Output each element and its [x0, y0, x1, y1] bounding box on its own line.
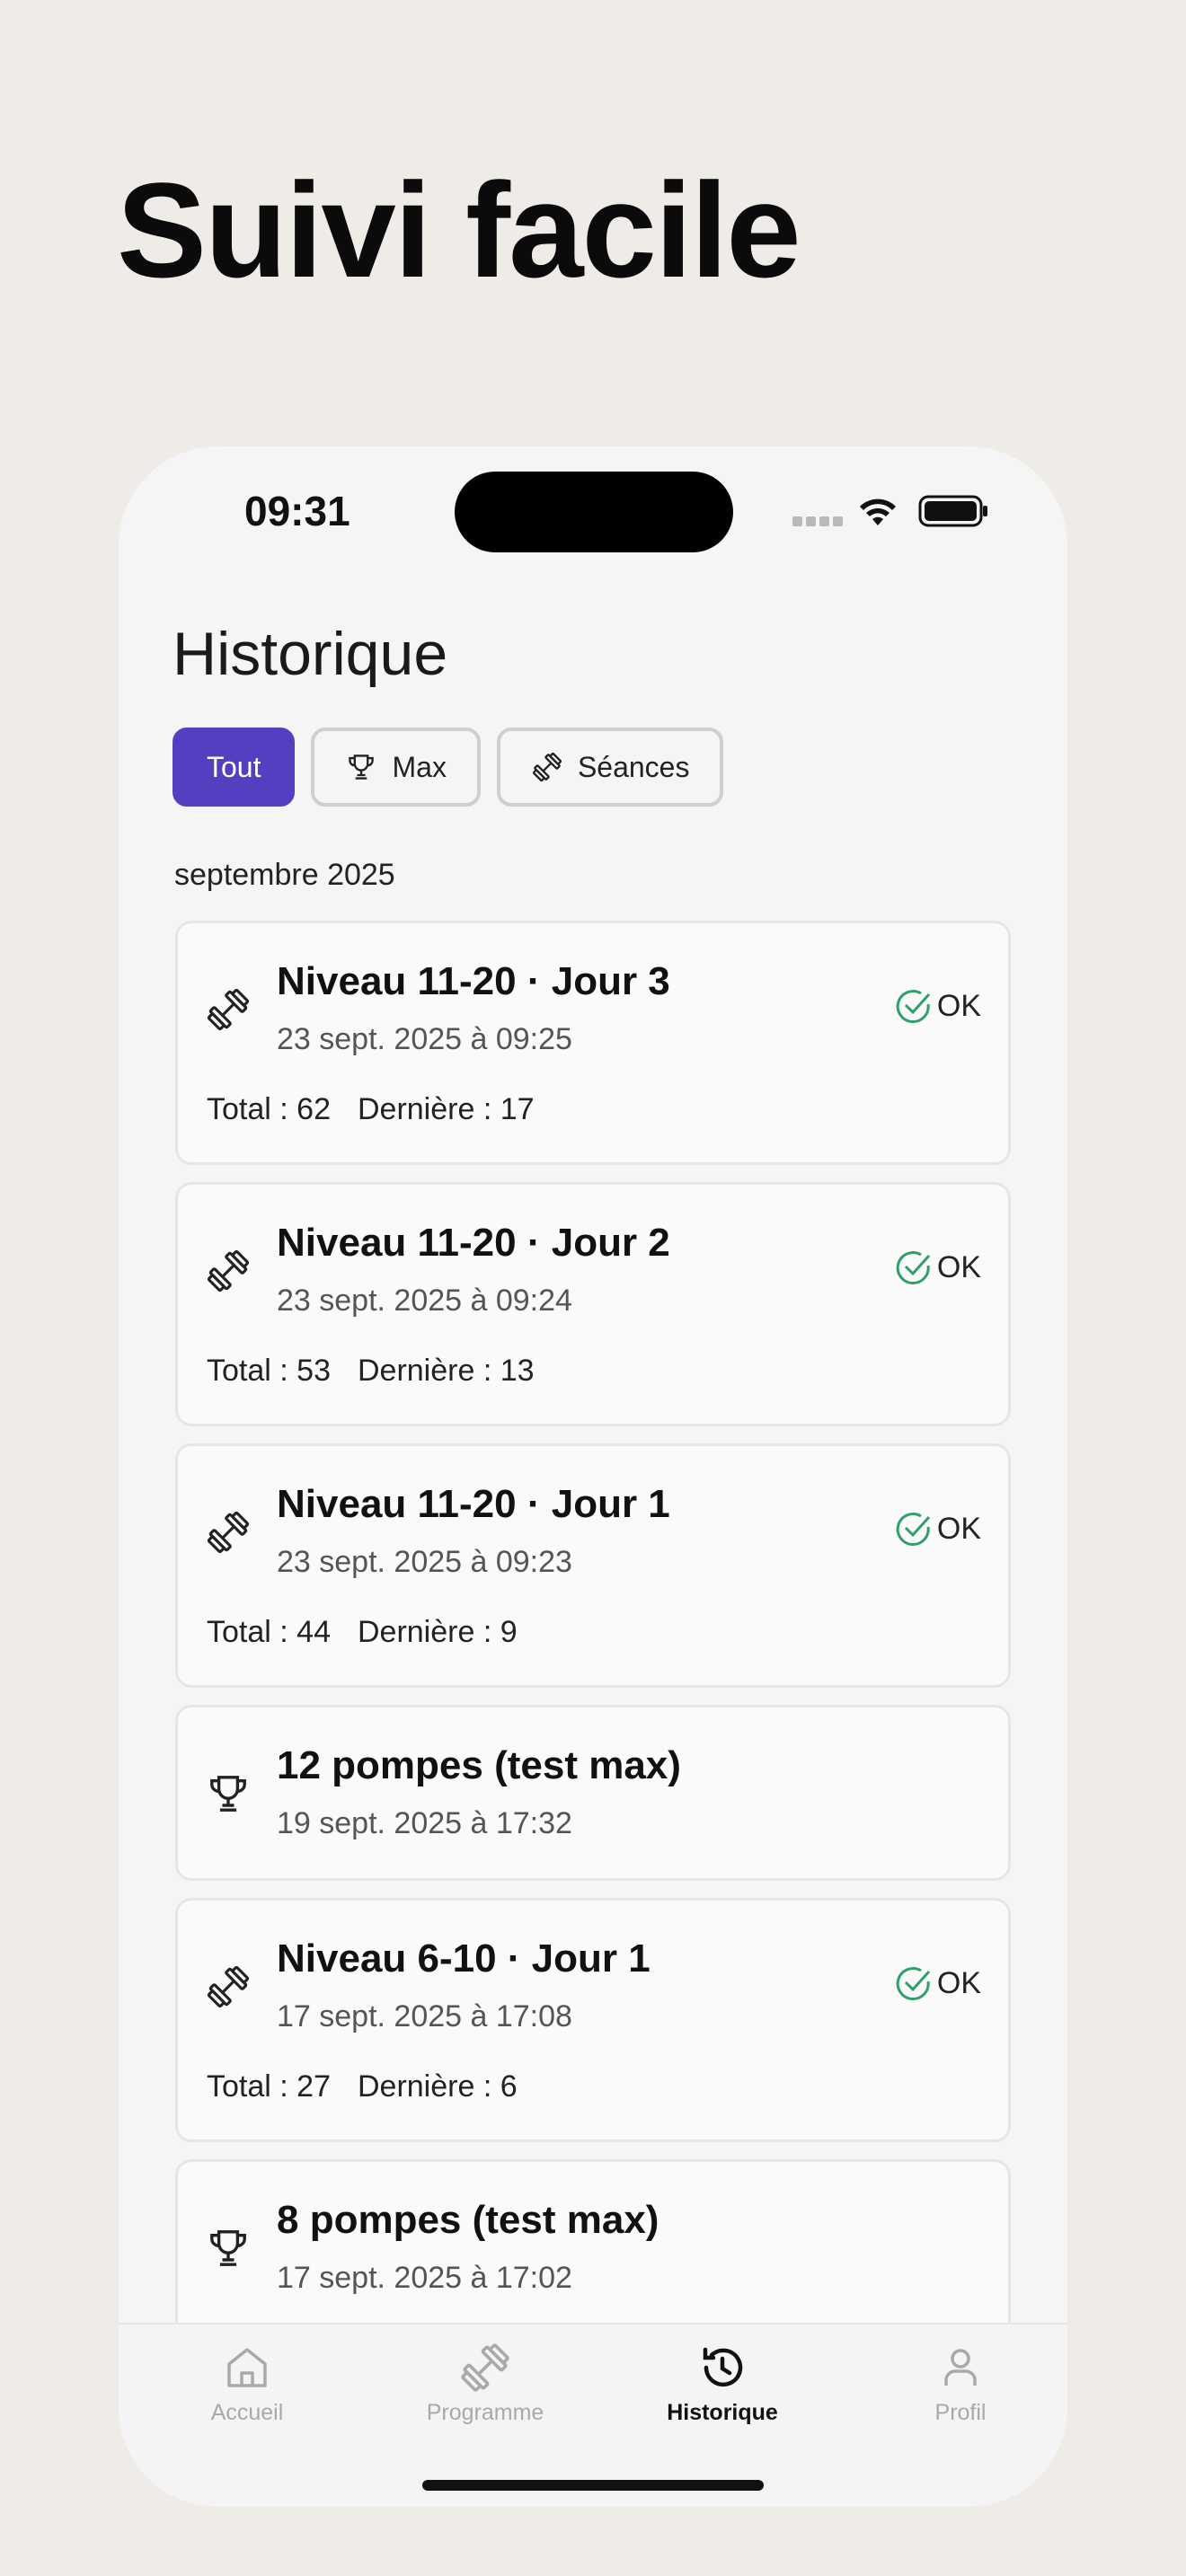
trophy-icon — [210, 1776, 246, 1812]
history-card[interactable]: 12 pompes (test max) 19 sept. 2025 à 17:… — [175, 1705, 1011, 1881]
month-header: septembre 2025 — [174, 858, 395, 892]
card-stats: Total : 27 Dernière : 6 — [207, 2069, 544, 2104]
history-list: Niveau 11-20 · Jour 3 23 sept. 2025 à 09… — [175, 921, 1011, 2352]
history-card[interactable]: 8 pompes (test max) 17 sept. 2025 à 17:0… — [175, 2159, 1011, 2335]
dumbbell-icon — [207, 1965, 250, 2008]
status-badge: OK — [894, 986, 981, 1026]
home-indicator — [422, 2480, 764, 2491]
tab-label: Profil — [934, 2400, 987, 2425]
home-icon — [227, 2348, 267, 2387]
history-card[interactable]: Niveau 11-20 · Jour 3 23 sept. 2025 à 09… — [175, 921, 1011, 1165]
card-date: 17 sept. 2025 à 17:08 — [277, 1999, 572, 2033]
card-date: 23 sept. 2025 à 09:25 — [277, 1022, 572, 1056]
filter-chips: Tout Max Séances — [173, 728, 724, 807]
dumbbell-icon — [207, 1249, 250, 1292]
status-time: 09:31 — [244, 488, 350, 534]
person-icon — [944, 2349, 977, 2386]
trophy-icon — [210, 2230, 246, 2266]
check-circle-icon — [896, 1967, 930, 2000]
history-icon — [703, 2347, 743, 2387]
stat-last: Dernière : 17 — [357, 1092, 535, 1126]
tab-programme[interactable]: Programme — [377, 2341, 593, 2426]
history-card[interactable]: Niveau 11-20 · Jour 2 23 sept. 2025 à 09… — [175, 1182, 1011, 1426]
filter-chip-all[interactable]: Tout — [173, 728, 296, 807]
status-bar: 09:31 — [119, 446, 1067, 563]
card-stats: Total : 44 Dernière : 9 — [207, 1615, 544, 1650]
stat-last: Dernière : 6 — [357, 2069, 518, 2104]
dumbbell-icon — [532, 752, 562, 782]
card-title: 12 pompes (test max) — [277, 1743, 681, 1787]
tab-historique[interactable]: Historique — [615, 2341, 830, 2426]
check-circle-icon — [896, 1513, 930, 1546]
stat-total: Total : 27 — [207, 2069, 331, 2104]
trophy-icon — [349, 754, 375, 780]
dumbbell-icon — [207, 988, 250, 1031]
tab-bar: Accueil Programme Historique Profil — [119, 2323, 1067, 2507]
stat-total: Total : 53 — [207, 1354, 331, 1388]
filter-chip-label: Tout — [207, 750, 261, 783]
filter-chip-label: Séances — [577, 750, 690, 783]
tab-label: Historique — [667, 2400, 778, 2425]
dumbbell-icon — [207, 1511, 250, 1554]
card-date: 23 sept. 2025 à 09:24 — [277, 1284, 572, 1318]
wifi-icon — [860, 498, 896, 525]
card-date: 19 sept. 2025 à 17:32 — [277, 1806, 572, 1840]
tab-accueil[interactable]: Accueil — [139, 2341, 355, 2426]
history-card[interactable]: Niveau 11-20 · Jour 1 23 sept. 2025 à 09… — [175, 1443, 1011, 1688]
status-label: OK — [936, 1511, 981, 1546]
check-circle-icon — [896, 1251, 930, 1284]
history-card[interactable]: Niveau 6-10 · Jour 1 17 sept. 2025 à 17:… — [175, 1898, 1011, 2142]
stat-total: Total : 62 — [207, 1092, 331, 1126]
status-label: OK — [936, 988, 981, 1023]
tab-label: Accueil — [210, 2400, 284, 2425]
status-badge: OK — [894, 1248, 981, 1287]
card-stats: Total : 53 Dernière : 13 — [207, 1354, 562, 1389]
status-badge: OK — [894, 1963, 981, 2003]
filter-chip-label: Max — [392, 750, 447, 783]
signal-icon — [792, 515, 846, 531]
card-stats: Total : 62 Dernière : 17 — [207, 1092, 562, 1127]
tab-profil[interactable]: Profil — [853, 2341, 1067, 2426]
card-date: 23 sept. 2025 à 09:23 — [277, 1545, 572, 1579]
filter-chip-max[interactable]: Max — [311, 728, 481, 807]
card-title: Niveau 6-10 · Jour 1 — [277, 1936, 651, 1981]
status-badge: OK — [894, 1509, 981, 1548]
stat-total: Total : 44 — [207, 1615, 331, 1649]
status-label: OK — [936, 1249, 981, 1284]
dumbbell-icon — [461, 2343, 509, 2392]
card-title: 8 pompes (test max) — [277, 2198, 659, 2242]
battery-icon — [918, 495, 987, 527]
card-title: Niveau 11-20 · Jour 2 — [277, 1221, 670, 1265]
hero-title: Suivi facile — [117, 154, 801, 305]
card-title: Niveau 11-20 · Jour 3 — [277, 959, 670, 1003]
dynamic-island — [455, 472, 733, 552]
page-title: Historique — [173, 620, 448, 688]
status-label: OK — [936, 1965, 981, 2000]
filter-chip-sessions[interactable]: Séances — [496, 728, 724, 807]
card-title: Niveau 11-20 · Jour 1 — [277, 1482, 670, 1526]
stat-last: Dernière : 13 — [357, 1354, 535, 1388]
check-circle-icon — [896, 990, 930, 1023]
tab-label: Programme — [426, 2400, 544, 2425]
card-date: 17 sept. 2025 à 17:02 — [277, 2261, 572, 2295]
stat-last: Dernière : 9 — [357, 1615, 518, 1649]
phone-frame: 09:31 Historique Tout Max Séances septem… — [119, 446, 1067, 2507]
